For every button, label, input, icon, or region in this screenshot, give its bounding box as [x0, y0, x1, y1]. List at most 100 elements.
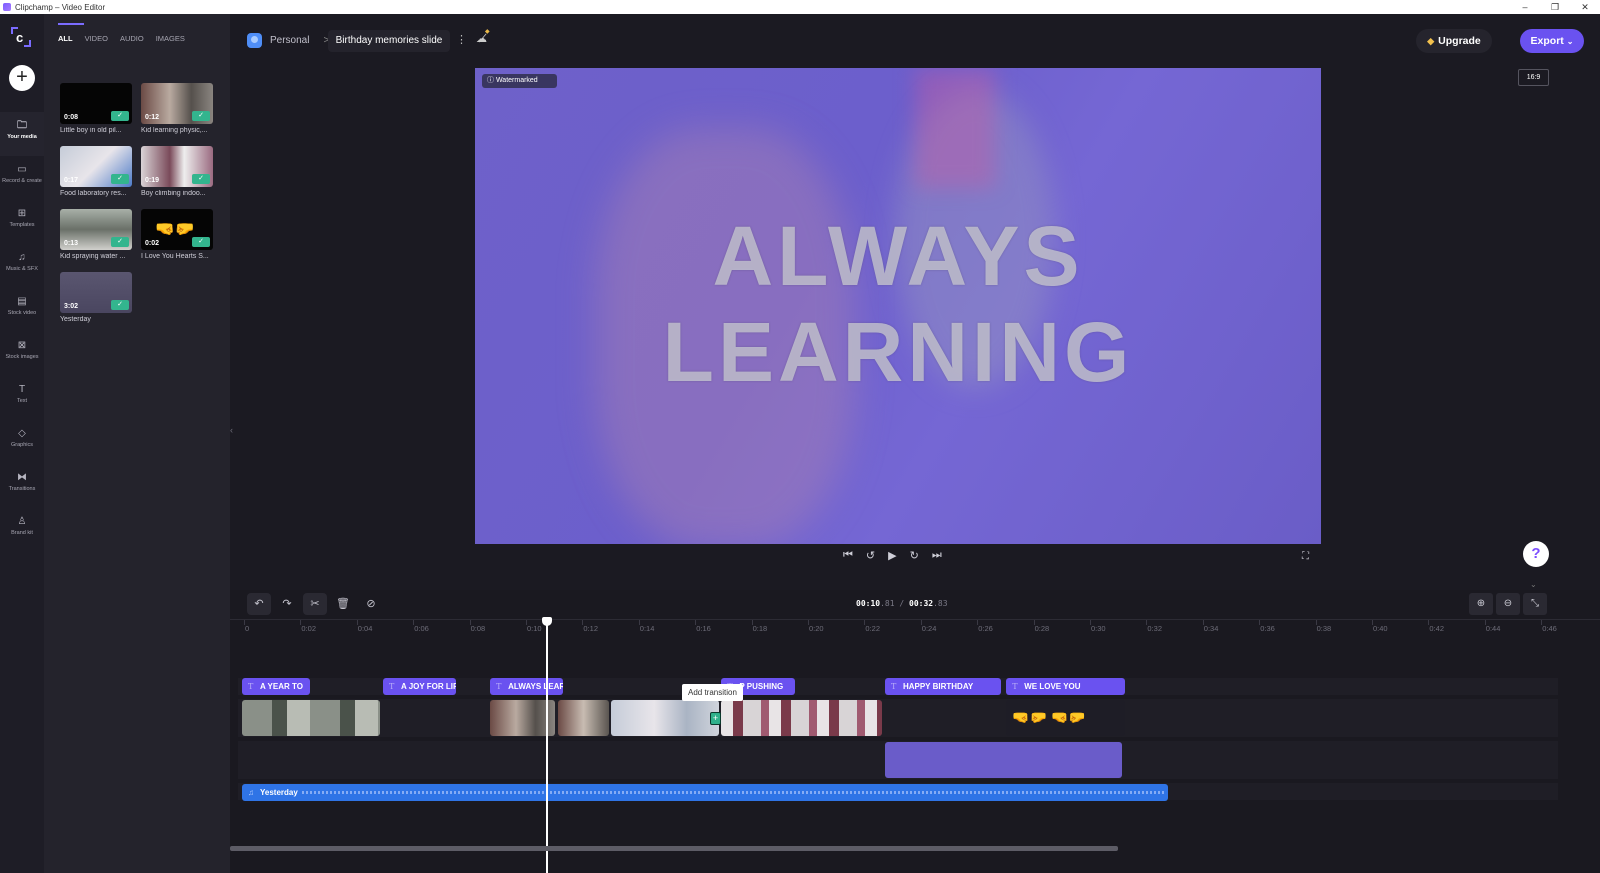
- text-clip[interactable]: T HAPPY BIRTHDAY: [884, 678, 1001, 695]
- export-label: Export: [1530, 35, 1564, 47]
- ruler-tick-label: 0:40: [1373, 624, 1388, 633]
- media-thumbnail[interactable]: 🤜🤛 0:02 ✓: [141, 209, 213, 250]
- media-item[interactable]: 0:17 ✓ Food laboratory res...: [60, 146, 132, 197]
- graphic-clip[interactable]: [884, 742, 1122, 778]
- zoom-in-icon[interactable]: ⊕: [1469, 593, 1493, 615]
- video-clip-love-you-hearts[interactable]: 🤜🤛 🤜🤛: [1006, 700, 1125, 736]
- text-clip[interactable]: T A JOY FOR LIF: [383, 678, 457, 695]
- media-item[interactable]: 0:08 ✓ Little boy in old pil...: [60, 83, 132, 134]
- zoom-out-icon[interactable]: ⊖: [1496, 593, 1520, 615]
- audio-waveform: [302, 791, 1164, 794]
- close-icon[interactable]: ✕: [1570, 2, 1600, 13]
- text-clip-icon: T: [1012, 682, 1018, 691]
- detach-audio-icon[interactable]: ⊘: [359, 593, 383, 615]
- text-clip-label: HAPPY BIRTHDAY: [902, 682, 974, 691]
- text-clip[interactable]: T A YEAR TO: [242, 678, 310, 695]
- rewind-5-icon[interactable]: ↺: [866, 549, 875, 562]
- split-scissors-icon[interactable]: ✂: [303, 593, 327, 615]
- media-thumbnail[interactable]: 0:12 ✓: [141, 83, 213, 124]
- restore-icon[interactable]: ❐: [1540, 2, 1570, 13]
- audio-clip[interactable]: ♫ Yesterday: [242, 784, 1168, 801]
- nav-item-label: Templates: [9, 222, 35, 228]
- video-clip-kid-spraying-water[interactable]: [242, 700, 381, 736]
- text-clip[interactable]: T ALWAYS LEAR: [490, 678, 564, 695]
- forward-5-icon[interactable]: ↻: [910, 549, 919, 562]
- ruler-tick-label: 0:14: [639, 624, 655, 633]
- media-item[interactable]: 🤜🤛 0:02 ✓ I Love You Hearts S...: [141, 209, 213, 260]
- media-tab-video[interactable]: VIDEO: [85, 34, 108, 45]
- media-thumbnail[interactable]: 0:17 ✓: [60, 146, 132, 187]
- redo-icon[interactable]: ↷: [275, 593, 299, 615]
- media-thumbnail[interactable]: 0:13 ✓: [60, 209, 132, 250]
- ruler-tick-label: 0:28: [1034, 624, 1050, 633]
- media-thumbnail[interactable]: 3:02 ✓: [60, 272, 132, 313]
- video-clip-kid-learning-physics-2[interactable]: [557, 700, 609, 736]
- aspect-ratio-button[interactable]: 16:9: [1518, 69, 1549, 86]
- nav-item-label: Music & SFX: [6, 266, 38, 272]
- project-title-input[interactable]: Birthday memories slide: [328, 30, 450, 52]
- media-label: Boy climbing indoo...: [141, 190, 206, 197]
- ruler-tick-label: 0:44: [1485, 624, 1501, 633]
- help-button[interactable]: ?: [1523, 541, 1549, 567]
- text-clip-label: A YEAR TO: [260, 682, 303, 691]
- nav-item-stock-video[interactable]: ▤ Stock video: [0, 288, 44, 332]
- video-preview[interactable]: ⓘ Watermarked ALWAYS LEARNING: [475, 68, 1321, 544]
- text-clip[interactable]: T WE LOVE YOU: [1006, 678, 1125, 695]
- workspace-avatar[interactable]: [247, 33, 262, 48]
- media-panel: ALL VIDEO AUDIO IMAGES 0:08 ✓ Little boy in o…: [44, 14, 230, 873]
- cloud-sync-off-icon[interactable]: ☁̸ ◆: [476, 29, 490, 45]
- fit-timeline-icon[interactable]: ⤡: [1523, 593, 1547, 615]
- nav-item-graphics[interactable]: ◇ Graphics: [0, 420, 44, 464]
- video-clip-boy-climbing[interactable]: [721, 700, 883, 736]
- play-icon[interactable]: ▶: [888, 549, 896, 562]
- media-item[interactable]: 0:13 ✓ Kid spraying water ...: [60, 209, 132, 260]
- fullscreen-icon[interactable]: ⛶: [1302, 551, 1309, 562]
- delete-icon[interactable]: 🗑: [331, 593, 355, 615]
- collapse-chevron-icon[interactable]: ⌄: [1530, 580, 1537, 589]
- clipchamp-logo-icon[interactable]: c: [10, 26, 32, 48]
- media-thumbnail[interactable]: 0:19 ✓: [141, 146, 213, 187]
- media-item[interactable]: 0:19 ✓ Boy climbing indoo...: [141, 146, 213, 197]
- undo-icon[interactable]: ↶: [247, 593, 271, 615]
- media-thumbnail[interactable]: 0:08 ✓: [60, 83, 132, 124]
- ruler-tick-label: 0:30: [1091, 624, 1106, 633]
- media-duration: 0:17: [64, 177, 79, 184]
- workspace-link[interactable]: Personal: [270, 35, 309, 46]
- time-ruler[interactable]: 0 0:02 0:04 0:06 0:08 0:10 0:12 0:14 0:16 0:18 0:2…: [230, 619, 1600, 635]
- nav-item-text[interactable]: T Text: [0, 376, 44, 420]
- playhead-handle[interactable]: [541, 617, 552, 626]
- ruler-tick-label: 0:02: [301, 624, 316, 633]
- collapse-panel-icon[interactable]: ‹: [230, 425, 233, 435]
- nav-item-stock-images[interactable]: ⊠ Stock images: [0, 332, 44, 376]
- timeline-toolbar: ↶ ↷ ✂ 🗑 ⊘: [247, 593, 383, 615]
- nav-item-templates[interactable]: ⊞ Templates: [0, 200, 44, 244]
- text-clip-label: P PUSHING: [739, 682, 784, 691]
- add-media-button[interactable]: +: [9, 65, 35, 91]
- ruler-tick-label: 0:36: [1260, 624, 1275, 633]
- media-item[interactable]: 3:02 ✓ Yesterday: [60, 272, 132, 323]
- premium-badge-icon: ◆: [485, 29, 490, 35]
- video-clip-food-laboratory[interactable]: [611, 700, 719, 736]
- export-button[interactable]: Export ⌄: [1520, 29, 1584, 53]
- nav-item-record-create[interactable]: ▭ Record & create: [0, 156, 44, 200]
- media-item[interactable]: 0:12 ✓ Kid learning physic,...: [141, 83, 213, 134]
- add-transition-button[interactable]: +: [710, 712, 721, 725]
- skip-back-icon[interactable]: ⏮: [843, 549, 853, 562]
- window-title: Clipchamp – Video Editor: [15, 2, 106, 12]
- more-options-icon[interactable]: ⋮: [456, 33, 467, 46]
- nav-item-label: Stock images: [5, 354, 39, 360]
- nav-item-brand-kit[interactable]: ♙ Brand kit: [0, 508, 44, 552]
- media-duration: 3:02: [64, 303, 79, 310]
- playhead[interactable]: [541, 617, 552, 873]
- timeline-scrollbar[interactable]: [230, 846, 1118, 851]
- minimize-icon[interactable]: –: [1510, 2, 1540, 13]
- nav-item-transitions[interactable]: ⧓ Transitions: [0, 464, 44, 508]
- skip-forward-icon[interactable]: ⏭: [932, 549, 942, 562]
- nav-item-music-sfx[interactable]: ♫ Music & SFX: [0, 244, 44, 288]
- upgrade-button[interactable]: ◆ Upgrade: [1416, 29, 1492, 53]
- nav-item-your-media[interactable]: 🗀 Your media: [0, 112, 44, 156]
- media-label: I Love You Hearts S...: [141, 253, 209, 260]
- media-tab-audio[interactable]: AUDIO: [120, 34, 144, 45]
- media-tab-images[interactable]: IMAGES: [156, 34, 185, 45]
- media-tab-all[interactable]: ALL: [58, 34, 73, 45]
